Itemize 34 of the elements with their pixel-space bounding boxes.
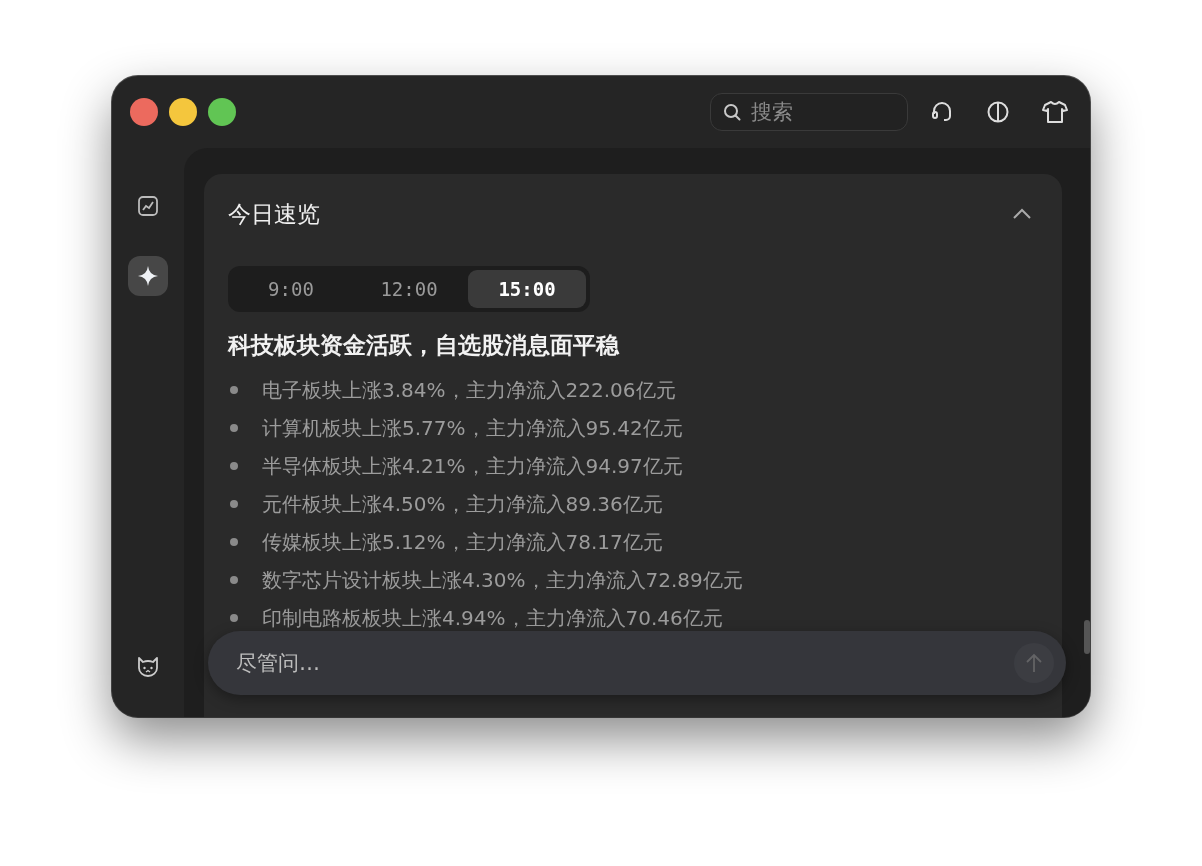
bullet-icon [230,614,238,622]
time-tab[interactable]: 15:00 [468,270,586,308]
bullet-icon [230,500,238,508]
zoom-button[interactable] [208,98,236,126]
sidebar-item[interactable] [128,256,168,296]
list-item-text: 印制电路板板块上涨4.94%，主力净流入70.46亿元 [262,604,723,632]
theme-icon[interactable] [986,100,1010,124]
bullet-icon [230,386,238,394]
chevron-up-icon[interactable] [1012,208,1032,220]
chart-icon [137,195,159,217]
chat-input-field[interactable]: 尽管问… [208,631,1066,695]
list-item-text: 数字芯片设计板块上涨4.30%，主力净流入72.89亿元 [262,566,743,594]
bullet-icon [230,462,238,470]
close-button[interactable] [130,98,158,126]
bullet-icon [230,424,238,432]
shirt-icon[interactable] [1042,100,1068,124]
bullet-icon [230,538,238,546]
list-item-text: 电子板块上涨3.84%，主力净流入222.06亿元 [262,376,676,404]
time-tab[interactable]: 9:00 [232,270,350,308]
list-item-text: 元件板块上涨4.50%，主力净流入89.36亿元 [262,490,663,518]
minimize-button[interactable] [169,98,197,126]
headline: 科技板块资金活跃，自选股消息面平稳 [228,331,621,360]
headset-icon[interactable] [930,100,954,124]
sparkle-icon [137,265,159,287]
search-field[interactable]: 搜索 [710,93,908,131]
list-item-text: 传媒板块上涨5.12%，主力净流入78.17亿元 [262,528,663,556]
list-item-text: 半导体板块上涨4.21%，主力净流入94.97亿元 [262,452,683,480]
cat-icon[interactable] [136,655,160,679]
bullet-icon [230,576,238,584]
card-title: 今日速览 [228,199,320,229]
scrollbar-thumb[interactable] [1084,620,1090,654]
search-icon [723,103,741,121]
list-item-text: 计算机板块上涨5.77%，主力净流入95.42亿元 [262,414,683,442]
time-tab[interactable]: 12:00 [350,270,468,308]
